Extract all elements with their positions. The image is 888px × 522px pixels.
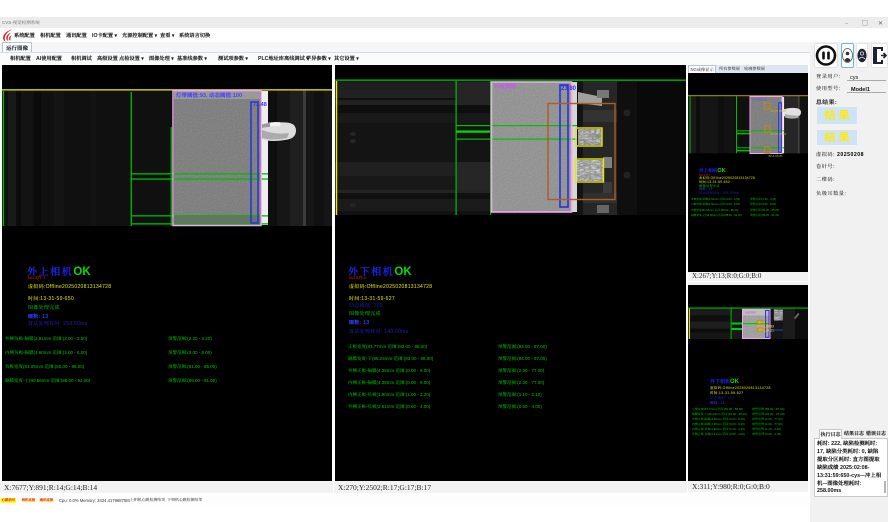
svg-text:88.8,98.81: 88.8,98.81 bbox=[769, 154, 784, 158]
svg-text:88.08,08.81: 88.08,08.81 bbox=[771, 132, 787, 136]
svg-text:23.80: 23.80 bbox=[561, 83, 577, 92]
svg-text:灯带阈值:93, 动态阈值:100: 灯带阈值:93, 动态阈值:100 bbox=[176, 91, 242, 99]
svg-text:89.98,98.87: 89.98,98.87 bbox=[771, 109, 787, 113]
svg-text:灯带阈值:93: 灯带阈值:93 bbox=[752, 98, 768, 102]
svg-text:AI检测框: AI检测框 bbox=[745, 311, 756, 315]
svg-text:AI检测框: AI检测框 bbox=[494, 82, 517, 90]
svg-text:73.48: 73.48 bbox=[253, 100, 267, 108]
